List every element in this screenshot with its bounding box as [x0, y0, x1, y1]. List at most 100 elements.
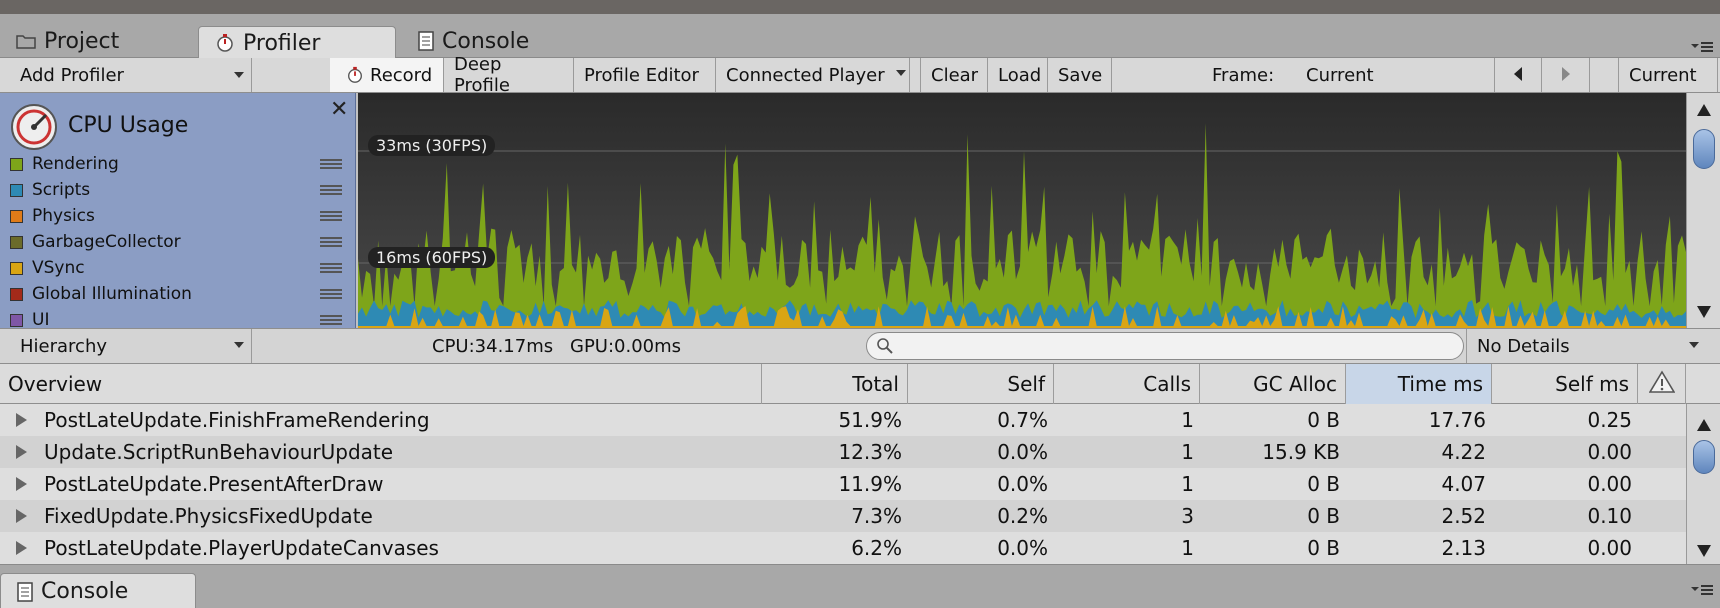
table-row[interactable]: PostLateUpdate.PresentAfterDraw 11.9% 0.0%… — [0, 468, 1686, 500]
table-row[interactable]: FixedUpdate.PhysicsFixedUpdate 7.3% 0.2% 3 0… — [0, 500, 1686, 532]
search-icon — [877, 338, 893, 358]
column-gc-alloc[interactable]: GC Alloc — [1200, 364, 1346, 404]
tab-bar: Project Profiler Console — [0, 14, 1720, 60]
deep-profile-button[interactable]: Deep Profile — [444, 54, 574, 96]
legend-item[interactable]: GarbageCollector — [10, 230, 350, 254]
legend-item[interactable]: Physics — [10, 204, 350, 228]
scroll-up-icon[interactable] — [1697, 101, 1711, 120]
legend-swatch[interactable] — [10, 313, 23, 327]
connected-player-dropdown[interactable]: Connected Player — [716, 58, 910, 92]
cell-self: 0.0% — [997, 440, 1048, 464]
search-input[interactable] — [866, 332, 1464, 360]
expand-arrow-icon[interactable] — [16, 477, 27, 491]
tab-options-menu-icon[interactable] — [1690, 40, 1714, 60]
cell-total: 11.9% — [838, 472, 902, 496]
legend-item[interactable]: UI — [10, 308, 350, 328]
tab-profiler[interactable]: Profiler — [198, 26, 396, 59]
legend-swatch[interactable] — [10, 183, 23, 197]
expand-arrow-icon[interactable] — [16, 541, 27, 555]
table-header: Overview Total Self Calls GC Alloc Time … — [0, 364, 1720, 404]
column-total[interactable]: Total — [762, 364, 908, 404]
cell-gc: 0 B — [1307, 536, 1340, 560]
drag-handle-icon[interactable] — [320, 185, 342, 195]
legend-item[interactable]: Scripts — [10, 178, 350, 202]
legend-item-label: UI — [32, 310, 50, 328]
legend-item[interactable]: VSync — [10, 256, 350, 280]
load-button[interactable]: Load — [988, 58, 1048, 92]
table-scroll-thumb[interactable] — [1693, 440, 1715, 474]
table-row[interactable]: Update.ScriptRunBehaviourUpdate 12.3% 0.0%… — [0, 436, 1686, 468]
legend-swatch[interactable] — [10, 209, 23, 223]
expand-arrow-icon[interactable] — [16, 445, 27, 459]
arrow-right-icon — [1561, 65, 1571, 86]
clear-button[interactable]: Clear — [920, 58, 988, 92]
tab-console[interactable]: Console — [402, 24, 592, 58]
column-self[interactable]: Self — [908, 364, 1054, 404]
table-scrollbar[interactable] — [1686, 404, 1720, 564]
row-name: PostLateUpdate.PlayerUpdateCanvases — [44, 536, 439, 560]
legend-item[interactable]: Global Illumination — [10, 282, 350, 306]
drag-handle-icon[interactable] — [320, 289, 342, 299]
legend-item-label: Scripts — [32, 180, 91, 200]
save-button[interactable]: Save — [1048, 58, 1112, 92]
expand-arrow-icon[interactable] — [16, 509, 27, 523]
profile-editor-button[interactable]: Profile Editor — [574, 58, 716, 92]
cell-gc: 0 B — [1307, 408, 1340, 432]
column-time-ms[interactable]: Time ms — [1346, 364, 1492, 404]
view-mode-label: Hierarchy — [20, 335, 108, 357]
previous-frame-button[interactable] — [1494, 58, 1542, 92]
cell-self: 0.2% — [997, 504, 1048, 528]
scroll-up-icon[interactable] — [1697, 416, 1711, 435]
tab-console-bottom[interactable]: Console — [0, 573, 196, 608]
cell-calls: 3 — [1181, 504, 1194, 528]
drag-handle-icon[interactable] — [320, 263, 342, 273]
cell-total: 51.9% — [838, 408, 902, 432]
table-body: PostLateUpdate.FinishFrameRendering 51.9%… — [0, 404, 1686, 564]
graph-scrollbar[interactable] — [1686, 93, 1720, 328]
column-calls[interactable]: Calls — [1054, 364, 1200, 404]
table-row[interactable]: PostLateUpdate.PlayerUpdateCanvases 6.2% 0… — [0, 532, 1686, 564]
drag-handle-icon[interactable] — [320, 211, 342, 221]
table-row[interactable]: PostLateUpdate.FinishFrameRendering 51.9%… — [0, 404, 1686, 436]
chevron-down-icon — [1689, 342, 1699, 348]
drag-handle-icon[interactable] — [320, 159, 342, 169]
legend-swatch[interactable] — [10, 157, 23, 171]
scroll-down-icon[interactable] — [1697, 303, 1711, 322]
expand-arrow-icon[interactable] — [16, 413, 27, 427]
cell-time: 2.13 — [1441, 536, 1486, 560]
tab-options-menu-icon[interactable] — [1690, 583, 1714, 603]
legend-swatch[interactable] — [10, 287, 23, 301]
frame-label: Frame: — [1212, 64, 1275, 86]
drag-handle-icon[interactable] — [320, 315, 342, 325]
cell-selfms: 0.00 — [1587, 472, 1632, 496]
details-label: No Details — [1477, 335, 1570, 357]
add-profiler-dropdown[interactable]: Add Profiler — [10, 58, 252, 92]
column-self-ms[interactable]: Self ms — [1492, 364, 1638, 404]
tab-project[interactable]: Project — [0, 24, 196, 58]
record-button[interactable]: Record — [330, 58, 444, 92]
legend-item[interactable]: Rendering — [10, 152, 350, 176]
next-frame-button[interactable] — [1542, 58, 1590, 92]
scroll-down-icon[interactable] — [1697, 542, 1711, 561]
chevron-down-icon — [234, 72, 244, 78]
legend-swatch[interactable] — [10, 235, 23, 249]
cpu-usage-graph[interactable]: 33ms (30FPS) 16ms (60FPS) — [358, 93, 1686, 328]
details-dropdown[interactable]: No Details — [1466, 329, 1706, 363]
current-frame-label: Current — [1629, 64, 1697, 86]
legend-item-label: Rendering — [32, 154, 119, 174]
graph-scroll-thumb[interactable] — [1693, 129, 1715, 169]
cpu-usage-chart — [358, 123, 1686, 328]
legend-swatch[interactable] — [10, 261, 23, 275]
warning-column[interactable] — [1638, 364, 1686, 404]
cell-selfms: 0.00 — [1587, 440, 1632, 464]
drag-handle-icon[interactable] — [320, 237, 342, 247]
cell-gc: 15.9 KB — [1262, 440, 1340, 464]
rendering-area — [358, 123, 1686, 328]
cell-time: 4.22 — [1441, 440, 1486, 464]
hierarchy-toolbar: Hierarchy CPU:34.17ms GPU:0.00ms No Deta… — [0, 328, 1720, 364]
current-frame-button[interactable]: Current — [1618, 58, 1718, 92]
column-overview[interactable]: Overview — [0, 364, 762, 404]
close-icon[interactable]: ✕ — [330, 97, 348, 122]
cell-total: 6.2% — [851, 536, 902, 560]
view-mode-dropdown[interactable]: Hierarchy — [10, 329, 252, 363]
